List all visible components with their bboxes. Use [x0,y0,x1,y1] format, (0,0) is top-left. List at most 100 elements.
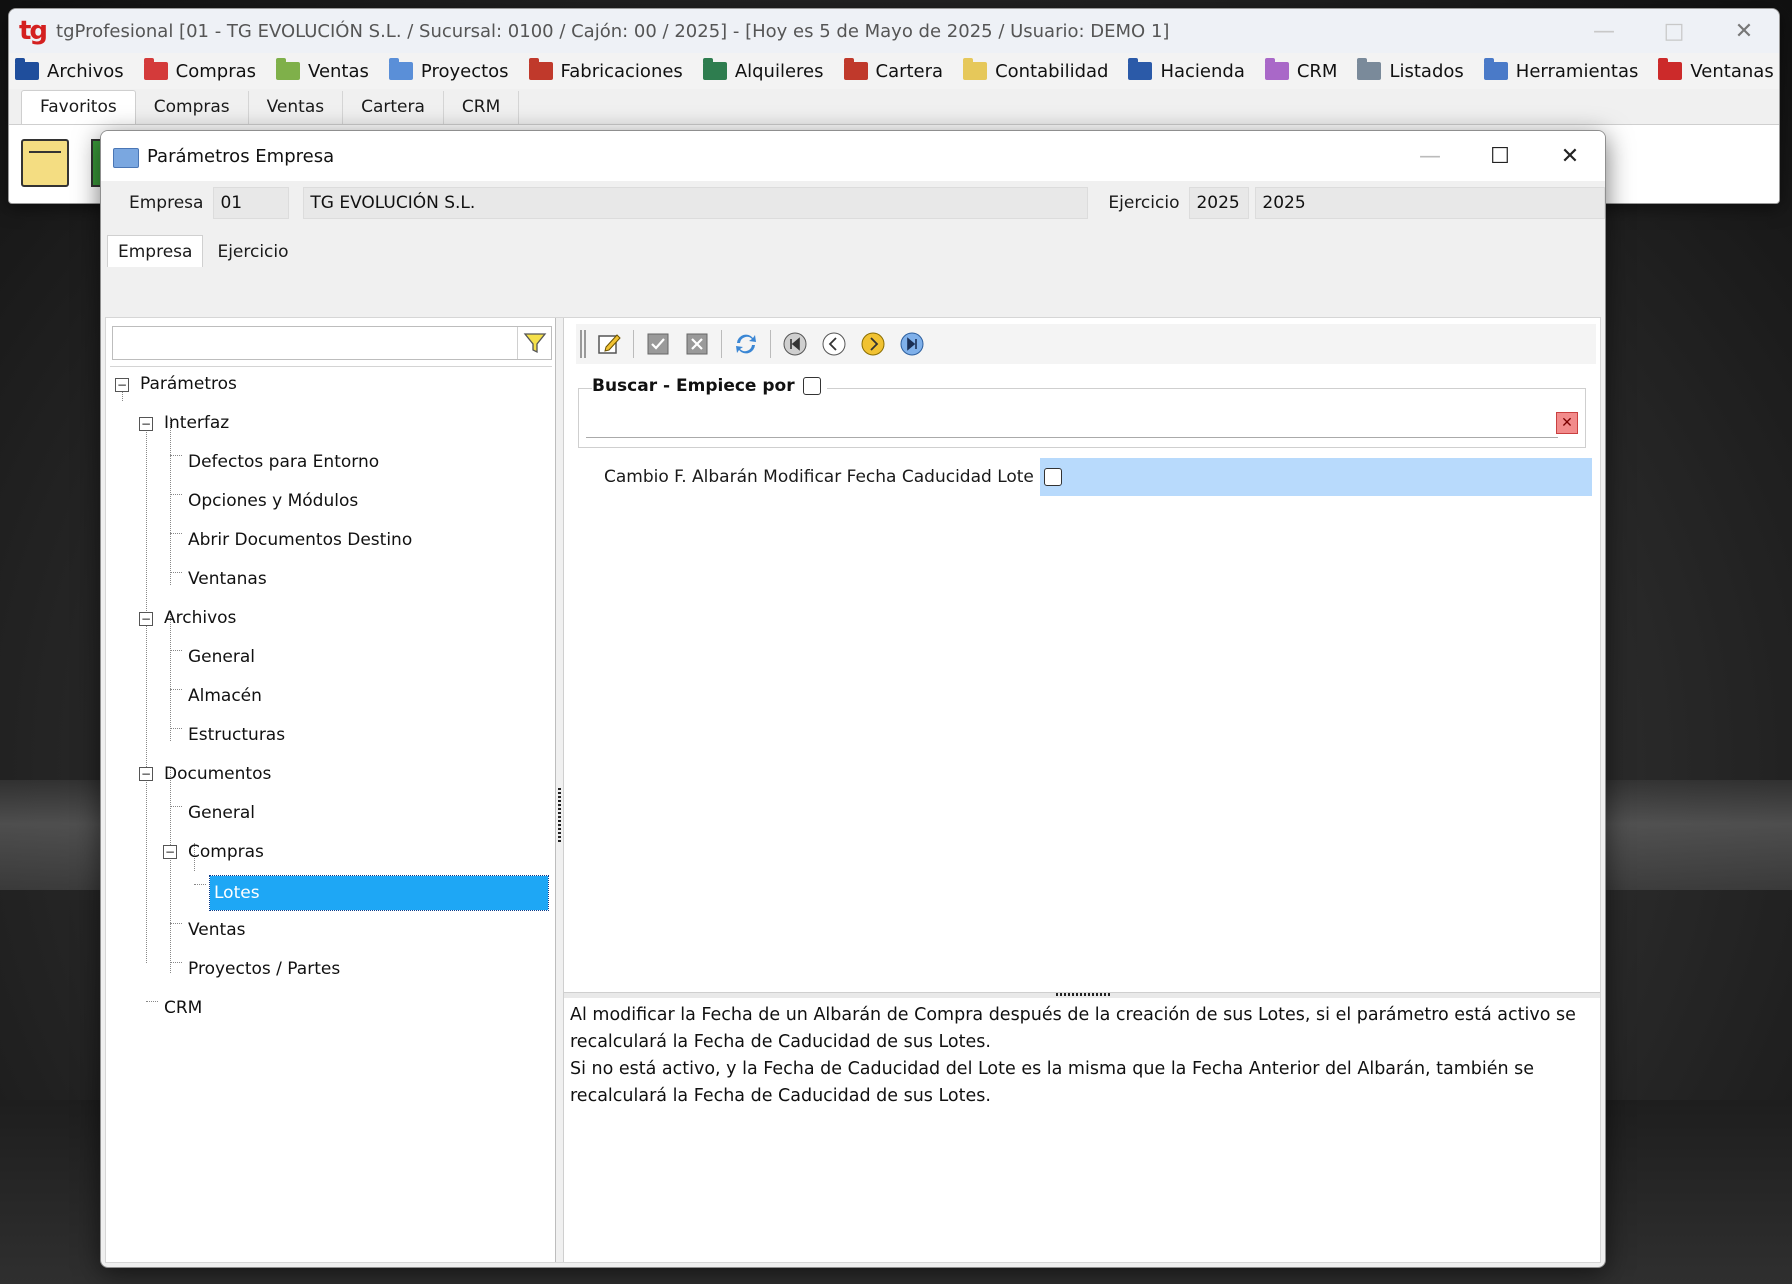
tree-pane: − Parámetros − Interfaz Defectos para En… [106,318,556,1262]
description-line-2: Si no está activo, y la Fecha de Caducid… [570,1059,1535,1106]
tree-node-opciones-modulos[interactable]: Opciones y Módulos [188,486,358,516]
minimize-button[interactable]: — [1569,9,1639,53]
tree-filter-box [112,326,552,360]
tab-ejercicio[interactable]: Ejercicio [207,236,298,267]
main-window-title: tgProfesional [01 - TG EVOLUCIÓN S.L. / … [56,20,1170,42]
tab-compras[interactable]: Compras [136,91,249,124]
printer-icon [1357,58,1382,80]
starts-with-checkbox[interactable] [802,377,821,395]
close-button[interactable]: ✕ [1709,9,1779,53]
folder-icon [143,58,168,80]
edit-button[interactable] [594,329,624,359]
menu-herramientas[interactable]: Herramientas [1483,58,1638,82]
refresh-icon [736,334,756,354]
search-legend: Buscar - Empiece por [592,376,827,396]
empresa-label: Empresa [129,193,204,213]
main-title-bar: tg tgProfesional [01 - TG EVOLUCIÓN S.L.… [9,9,1779,53]
filter-button[interactable] [517,327,551,359]
parameter-checkbox[interactable] [1043,468,1062,486]
tab-empresa[interactable]: Empresa [107,235,204,267]
tab-favoritos[interactable]: Favoritos [21,90,136,124]
tab-ventas[interactable]: Ventas [249,91,344,124]
tree-node-parametros[interactable]: Parámetros [140,369,237,399]
first-record-button[interactable] [780,329,810,359]
tree-node-archivos[interactable]: Archivos [164,603,236,633]
collapse-documentos-toggle[interactable]: − [139,767,153,781]
menu-ventanas[interactable]: Ventanas [1658,58,1774,82]
tab-cartera[interactable]: Cartera [343,91,444,124]
collapse-parametros-toggle[interactable]: − [115,378,129,392]
funnel-icon [523,333,546,354]
folder-icon [113,148,139,168]
empresa-name-field: TG EVOLUCIÓN S.L. [303,187,1089,219]
tree-node-lotes[interactable]: Lotes [209,875,549,911]
menu-crm[interactable]: CRM [1264,58,1337,82]
menu-ventas[interactable]: Ventas [276,58,369,82]
box-icon[interactable] [21,139,69,187]
dialog-minimize-button[interactable]: — [1395,131,1465,181]
toolbar-grip[interactable] [580,330,586,358]
tree-node-compras[interactable]: Compras [188,837,264,867]
collapse-compras-toggle[interactable]: − [163,845,177,859]
tree-node-proyectos-partes[interactable]: Proyectos / Partes [188,954,340,984]
windows-icon [1658,58,1683,80]
menu-hacienda[interactable]: Hacienda [1128,58,1245,82]
tab-crm[interactable]: CRM [444,91,520,124]
company-row: Empresa 01 TG EVOLUCIÓN S.L. Ejercicio 2… [101,181,1605,225]
menu-alquileres[interactable]: Alquileres [702,58,824,82]
menu-proyectos[interactable]: Proyectos [388,58,509,82]
vertical-splitter[interactable] [556,318,564,1262]
dialog-maximize-button[interactable]: ☐ [1465,131,1535,181]
refresh-button[interactable] [731,329,761,359]
menu-cartera[interactable]: Cartera [843,58,943,82]
parameter-description: Al modificar la Fecha de un Albarán de C… [570,1002,1594,1256]
description-line-1: Al modificar la Fecha de un Albarán de C… [570,1005,1576,1052]
dialog-close-button[interactable]: ✕ [1535,131,1605,181]
gear-icon [1483,58,1508,80]
next-record-button[interactable] [858,329,888,359]
close-icon: ✕ [1561,415,1573,431]
menu-contabilidad[interactable]: Contabilidad [963,58,1108,82]
clear-search-button[interactable]: ✕ [1556,412,1578,434]
collapse-archivos-toggle[interactable]: − [139,612,153,626]
dialog-tabs: Empresa Ejercicio [101,231,1605,267]
document-icon [1128,58,1153,80]
collapse-interfaz-toggle[interactable]: − [139,417,153,431]
tree-node-documentos[interactable]: Documentos [164,759,271,789]
tree-node-estructuras[interactable]: Estructuras [188,720,285,750]
search-input[interactable] [586,408,1558,438]
parameter-value-cell[interactable] [1039,458,1592,496]
cancel-button[interactable] [682,329,712,359]
accept-button[interactable] [643,329,673,359]
tree-node-ventanas[interactable]: Ventanas [188,564,267,594]
tree-node-documentos-general[interactable]: General [188,798,255,828]
tree-node-archivos-general[interactable]: General [188,642,255,672]
first-icon [783,332,807,356]
previous-record-button[interactable] [819,329,849,359]
menu-fabricaciones[interactable]: Fabricaciones [528,58,683,82]
ejercicio-value-field: 2025 [1255,187,1605,219]
parameters-pane: Buscar - Empiece por ✕ Cambio F. Albarán… [564,318,1600,1262]
horizontal-splitter[interactable] [564,992,1600,998]
tree-node-almacen[interactable]: Almacén [188,681,262,711]
folder-icon [276,58,301,80]
factory-icon [528,58,553,80]
tree-node-interfaz[interactable]: Interfaz [164,408,229,438]
tree-filter-input[interactable] [113,327,517,359]
chevron-left-icon [822,332,846,356]
menu-listados[interactable]: Listados [1357,58,1464,82]
dialog-title-bar: Parámetros Empresa — ☐ ✕ [101,131,1605,181]
tree-node-abrir-documentos-destino[interactable]: Abrir Documentos Destino [188,525,412,555]
maximize-button[interactable]: □ [1639,9,1709,53]
tree-node-defectos-entorno[interactable]: Defectos para Entorno [188,447,379,477]
menu-archivos[interactable]: Archivos [15,58,124,82]
tree-node-crm[interactable]: CRM [164,993,202,1023]
menu-compras[interactable]: Compras [143,58,256,82]
folder-icon [963,58,988,80]
tree-node-documentos-ventas[interactable]: Ventas [188,915,245,945]
menu-bar: Archivos Compras Ventas Proyectos Fabric… [9,53,1779,89]
folder-icon [15,58,39,80]
record-toolbar [576,324,1596,364]
last-record-button[interactable] [897,329,927,359]
folder-icon [388,58,413,80]
